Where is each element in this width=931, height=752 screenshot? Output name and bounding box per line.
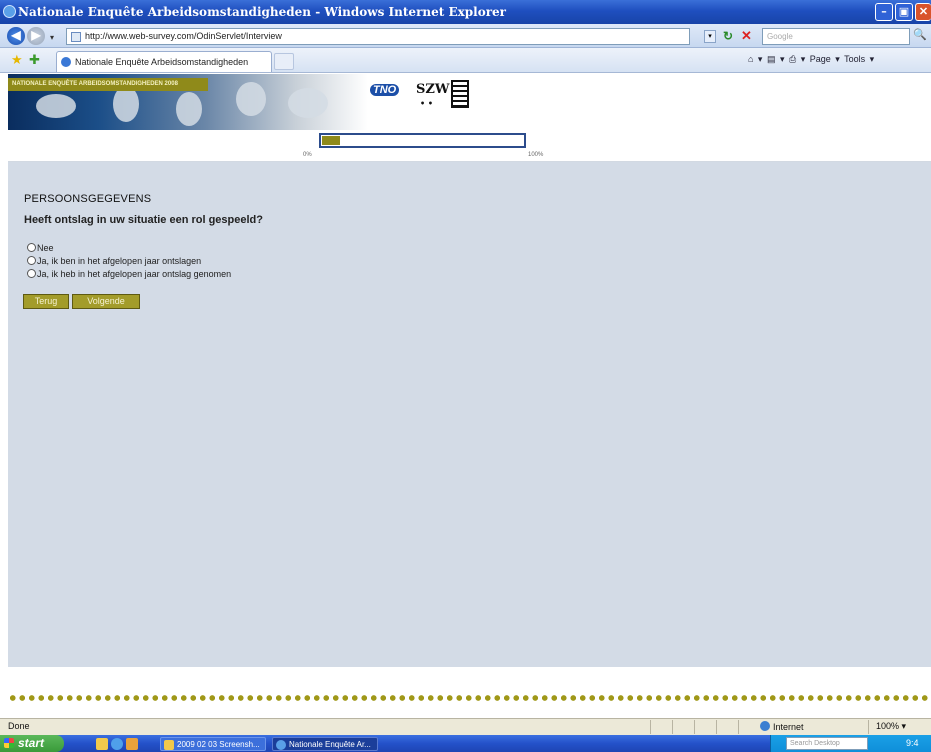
window-title: Nationale Enquête Arbeidsomstandigheden … (18, 5, 507, 19)
taskbar-item-screenshot-folder[interactable]: 2009 02 03 Screensh... (160, 737, 266, 751)
clock[interactable]: 9:4 (906, 738, 919, 748)
page-icon (71, 32, 81, 42)
ie-quicklaunch-icon[interactable] (111, 738, 123, 750)
back-survey-button[interactable]: Terug (23, 294, 69, 309)
tab-toolbar: ★ ✚ Nationale Enquête Arbeidsomstandighe… (0, 48, 931, 73)
tno-logo-text: TNO (370, 84, 400, 96)
favorites-star-icon[interactable]: ★ (11, 52, 23, 68)
dotted-footer-divider (8, 694, 931, 702)
show-desktop-icon[interactable] (96, 738, 108, 750)
page-menu-button[interactable]: Page ▾ (810, 54, 840, 64)
task-label: Nationale Enquête Ar... (289, 740, 371, 749)
address-input[interactable]: http://www.web-survey.com/OdinServlet/In… (66, 28, 690, 45)
status-separator (716, 720, 717, 734)
forward-button[interactable]: ▶ (27, 27, 45, 45)
folder-icon (164, 740, 174, 750)
section-title: PERSOONSGEGEVENS (24, 193, 152, 205)
new-tab-button[interactable] (274, 53, 294, 70)
progress-start-label: 0% (303, 152, 312, 158)
address-toolbar: ◀ ▶ ▾ http://www.web-survey.com/OdinServ… (0, 24, 931, 48)
globe-icon (760, 721, 770, 731)
address-dropdown-icon[interactable]: ▾ (704, 30, 716, 43)
print-button[interactable]: ⎙ ▾ (789, 54, 805, 64)
progress-bar (319, 133, 526, 148)
cbs-logo (451, 80, 469, 108)
refresh-icon[interactable]: ↻ (723, 29, 733, 43)
search-input[interactable]: Google (762, 28, 910, 45)
desktop-search-input[interactable]: Search Desktop (786, 737, 868, 750)
zone-label: Internet (773, 722, 804, 732)
recent-pages-dropdown-icon[interactable]: ▾ (50, 33, 54, 42)
ie-icon (276, 740, 286, 750)
banner-figure (113, 86, 139, 122)
home-button[interactable]: ⌂ ▾ (748, 54, 762, 64)
option-nee[interactable]: Nee (27, 242, 54, 254)
radio-button[interactable] (27, 243, 36, 252)
status-separator (650, 720, 651, 734)
radio-button[interactable] (27, 256, 36, 265)
taskbar-item-ie-window[interactable]: Nationale Enquête Ar... (272, 737, 378, 751)
option-label: Ja, ik ben in het afgelopen jaar ontslag… (37, 256, 202, 266)
banner-figure (236, 82, 266, 116)
task-label: 2009 02 03 Screensh... (177, 740, 260, 749)
zoom-level[interactable]: 100% ▾ (876, 721, 906, 732)
banner-figure (288, 88, 328, 118)
address-url: http://www.web-survey.com/OdinServlet/In… (85, 31, 282, 41)
banner-figure (176, 92, 202, 126)
window-title-bar: Nationale Enquête Arbeidsomstandigheden … (0, 0, 931, 24)
maximize-button[interactable]: ▣ (895, 3, 913, 21)
banner-tag: NATIONALE ENQUÊTE ARBEIDSOMSTANDIGHEDEN … (8, 78, 208, 91)
option-ontslagen[interactable]: Ja, ik ben in het afgelopen jaar ontslag… (27, 255, 201, 267)
close-button[interactable]: ✕ (915, 3, 931, 21)
progress-bar-fill (322, 136, 340, 145)
start-label: start (18, 736, 45, 750)
start-button[interactable]: start (0, 735, 64, 752)
status-separator (868, 720, 869, 734)
status-separator (672, 720, 673, 734)
status-separator (694, 720, 695, 734)
next-survey-button[interactable]: Volgende (72, 294, 140, 309)
question-text: Heeft ontslag in uw situatie een rol ges… (24, 214, 263, 226)
stop-icon[interactable]: ✕ (741, 28, 752, 44)
minimize-button[interactable]: – (875, 3, 893, 21)
option-label: Ja, ik heb in het afgelopen jaar ontslag… (37, 269, 232, 279)
progress-end-label: 100% (528, 152, 544, 158)
feeds-button[interactable]: ▤ ▾ (767, 54, 785, 64)
add-favorites-icon[interactable]: ✚ (29, 52, 40, 68)
option-ontslag-genomen[interactable]: Ja, ik heb in het afgelopen jaar ontslag… (27, 268, 231, 280)
windows-logo-icon (4, 738, 14, 748)
survey-content-area (8, 162, 931, 667)
command-bar: ⌂ ▾ ▤ ▾ ⎙ ▾ Page ▾ Tools ▾ (748, 54, 874, 65)
security-zone[interactable]: Internet (760, 721, 804, 732)
back-button[interactable]: ◀ (7, 27, 25, 45)
tab-active[interactable]: Nationale Enquête Arbeidsomstandigheden (56, 51, 272, 72)
szw-logo-text: SZW (416, 82, 450, 97)
banner-figure (36, 94, 76, 118)
option-label: Nee (37, 243, 54, 253)
szw-logo: SZW • • (416, 82, 450, 108)
ie-icon (3, 5, 16, 18)
search-icon[interactable]: 🔍 (913, 28, 927, 41)
szw-logo-sub: • • (420, 98, 434, 108)
radio-button[interactable] (27, 269, 36, 278)
quicklaunch-app-icon[interactable] (126, 738, 138, 750)
tab-label: Nationale Enquête Arbeidsomstandigheden (75, 57, 249, 67)
status-separator (738, 720, 739, 734)
ie-page-icon (61, 57, 71, 67)
tno-logo: TNO (370, 80, 404, 104)
tools-menu-button[interactable]: Tools ▾ (844, 54, 874, 64)
status-text: Done (8, 721, 30, 731)
